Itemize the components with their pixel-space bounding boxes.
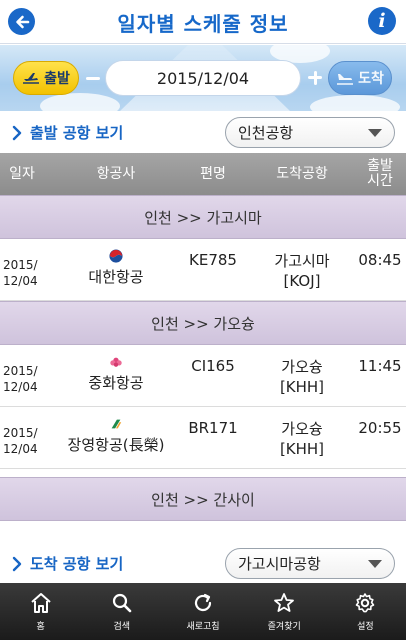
destination-cell: 가오슝 [KHH] [258,419,346,459]
destination-name: 가고시마 [274,252,330,270]
table-row[interactable]: 2015/ 12/04 중화항공 CI165 가오슝 [KHH] 11:45 [0,345,406,407]
route-group-header: 인천 >> 가고시마 [0,195,406,239]
departure-airport-link[interactable]: 출발 공항 보기 [10,122,123,143]
refresh-icon [194,593,212,612]
star-icon [274,593,295,612]
bottom-navigation: 홈 검색 새로고침 즐겨찾기 설정 [0,583,406,640]
destination-cell: 가오슝 [KHH] [258,357,346,397]
airline-cell: 대한항공 [57,249,175,287]
departure-time: 20:55 [358,419,402,437]
destination-code: [KHH] [279,378,325,396]
table-row[interactable]: 2015/ 12/04 장영항공(長榮) BR171 가오슝 [KHH] 20:… [0,407,406,469]
departure-airport-select[interactable]: 인천공항 [225,117,395,148]
arrival-airport-link-label: 도착 공항 보기 [30,555,124,573]
table-row-partial[interactable] [0,521,406,543]
destination-name: 가오슝 [281,358,323,376]
dropdown-caret-icon [368,129,382,137]
cloud-decoration [310,95,400,111]
destination-code: [KOJ] [283,272,321,290]
departure-airport-row: 출발 공항 보기 인천공항 [0,112,406,153]
arrival-airport-row: 도착 공항 보기 가고시마공항 [0,543,406,584]
flight-date-line2: 12/04 [3,442,38,456]
column-header-flight: 편명 [200,165,226,182]
arrival-airport-value: 가고시마공항 [238,555,321,573]
arrival-airport-select[interactable]: 가고시마공항 [225,548,395,579]
destination-code: [KHH] [279,440,325,458]
departure-time: 08:45 [358,251,402,269]
airline-name: 장영항공(長榮) [67,436,165,454]
plus-icon-vertical [313,71,317,85]
chevron-right-icon [12,556,22,571]
page-title: 일자별 스케줄 정보 [117,12,289,36]
flight-date: 2015/ 12/04 [3,425,53,457]
nav-search[interactable]: 검색 [81,583,162,640]
home-icon [30,593,51,613]
nav-refresh-label: 새로고침 [186,622,220,632]
nav-favorites-label: 즐겨찾기 [267,622,301,632]
airline-name: 중화항공 [88,374,144,392]
flight-date-line1: 2015/ [3,426,38,440]
plane-landing-icon [337,74,354,85]
nav-refresh[interactable]: 새로고침 [162,583,243,640]
departure-airport-value: 인천공항 [238,124,294,142]
destination-name: 가오슝 [281,420,323,438]
info-button[interactable]: i [368,7,396,35]
info-icon: i [378,9,386,32]
app-header: 일자별 스케줄 정보 i [0,0,406,44]
departure-airport-link-label: 출발 공항 보기 [30,124,124,142]
flight-number: BR171 [188,419,238,437]
departure-time: 11:45 [358,357,402,375]
arrival-toggle-button[interactable]: 도착 [328,61,392,95]
korean-air-logo-icon [109,249,123,263]
destination-cell: 가고시마 [KOJ] [258,251,346,291]
column-header-date: 일자 [9,165,35,182]
gear-icon [356,593,375,613]
flight-date-line1: 2015/ [3,364,38,378]
route-group-header: 인천 >> 가오슝 [0,301,406,345]
arrival-airport-link[interactable]: 도착 공항 보기 [10,553,123,574]
search-icon [112,593,132,613]
arrival-label: 도착 [358,71,384,87]
column-header-departure-time: 출발 시간 [367,158,393,189]
flight-date-line2: 12/04 [3,380,38,394]
nav-settings[interactable]: 설정 [325,583,406,640]
column-header-airline: 항공사 [96,165,136,182]
nav-settings-label: 설정 [357,622,374,632]
eva-air-logo-icon [111,419,122,429]
app-screen: 일자별 스케줄 정보 i 출발 2015/12/04 도착 출발 공항 보기 인… [0,0,406,640]
china-airlines-logo-icon [110,357,122,367]
nav-home[interactable]: 홈 [0,583,81,640]
flight-number: CI165 [191,357,235,375]
departure-label: 출발 [44,71,70,87]
plane-takeoff-icon [23,73,40,84]
airline-cell: 중화항공 [57,355,175,393]
table-row[interactable]: 2015/ 12/04 대한항공 KE785 가고시마 [KOJ] 08:45 [0,239,406,301]
route-group-header: 인천 >> 간사이 [0,477,406,521]
flight-date-line2: 12/04 [3,274,38,288]
schedule-table-body: 인천 >> 가고시마 2015/ 12/04 대한항공 KE785 가고시마 [… [0,195,406,543]
flight-date-line1: 2015/ [3,258,38,272]
airline-cell: 장영항공(長榮) [57,417,175,455]
flight-date: 2015/ 12/04 [3,257,53,289]
chevron-right-icon [12,125,22,140]
airline-name: 대한항공 [88,268,144,286]
flight-number: KE785 [189,251,237,269]
next-date-button[interactable] [305,67,325,89]
date-field[interactable]: 2015/12/04 [105,60,301,96]
nav-favorites[interactable]: 즐겨찾기 [244,583,325,640]
cloud-decoration [40,93,120,111]
date-selector-bar: 출발 2015/12/04 도착 [0,45,406,111]
schedule-table-header: 일자 항공사 편명 도착공항 출발 시간 [0,153,406,195]
column-header-destination: 도착공항 [276,165,328,182]
nav-home-label: 홈 [36,622,45,632]
dropdown-caret-icon [368,560,382,568]
nav-search-label: 검색 [113,622,131,632]
minus-icon [86,76,100,80]
previous-date-button[interactable] [83,67,103,89]
departure-toggle-button[interactable]: 출발 [13,61,79,95]
flight-date: 2015/ 12/04 [3,363,53,395]
